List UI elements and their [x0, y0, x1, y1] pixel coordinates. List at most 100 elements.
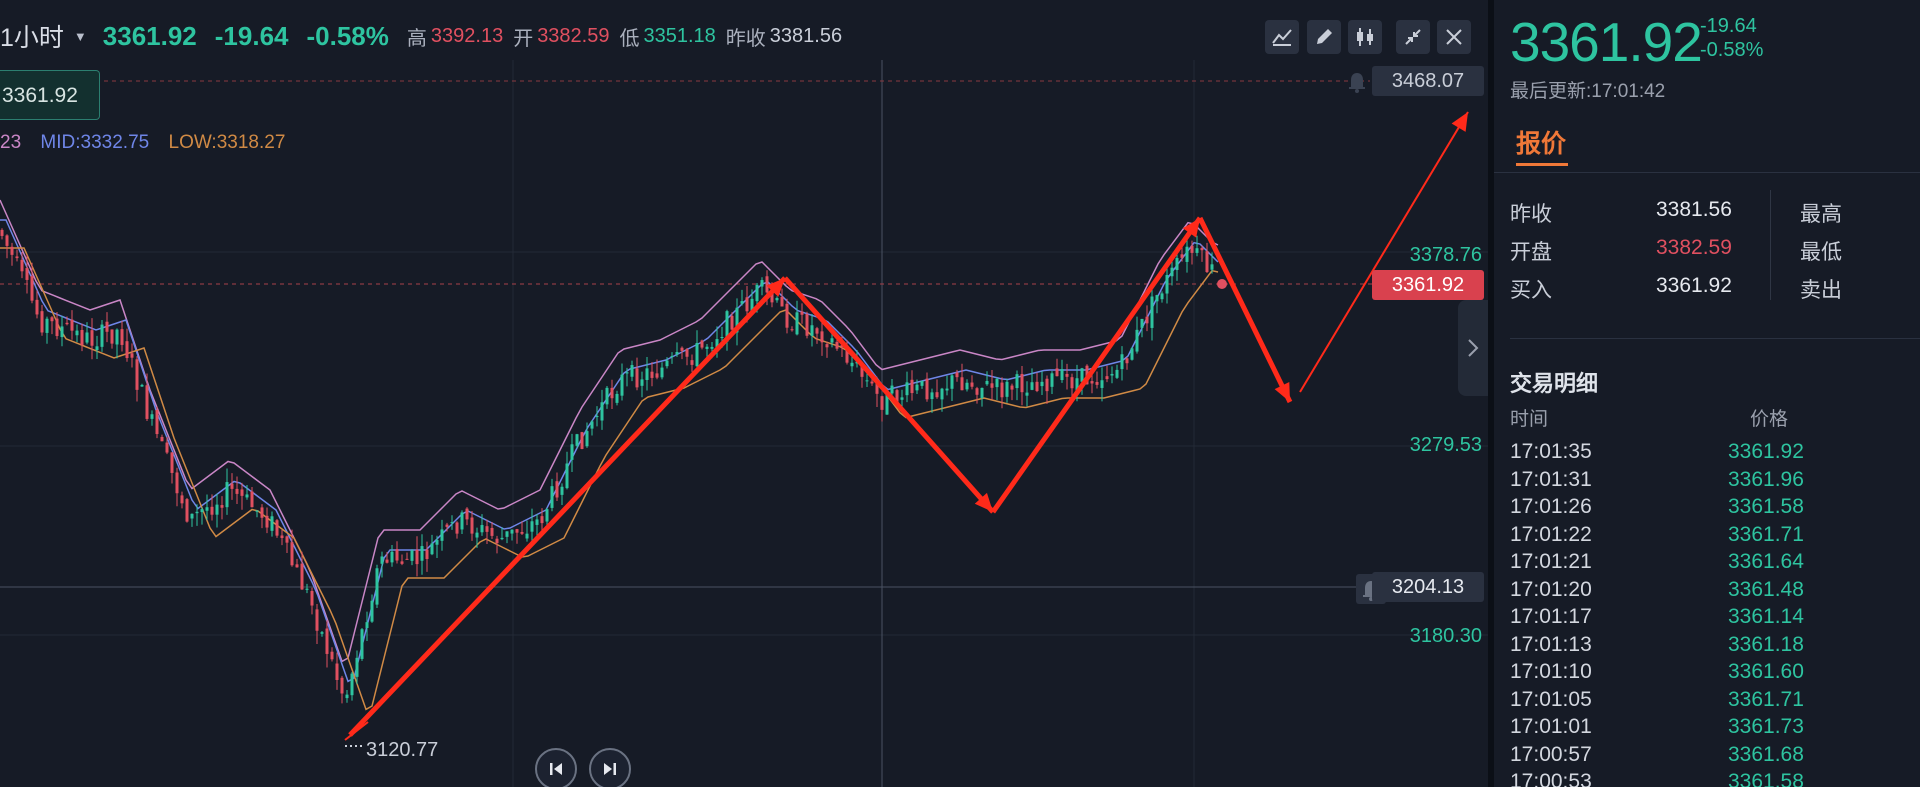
candle-body	[1195, 248, 1199, 253]
trade-price: 3361.58	[1728, 495, 1804, 518]
pencil-icon	[1317, 29, 1332, 44]
price-chart[interactable]	[0, 0, 1488, 787]
alert-price-low[interactable]: 3204.13	[1372, 572, 1484, 602]
candle-body	[925, 378, 929, 400]
candle-body	[730, 315, 734, 330]
expand-side-panel[interactable]	[1458, 300, 1488, 396]
candle-body	[450, 522, 454, 524]
candle-body	[415, 549, 419, 565]
alert-price-high[interactable]: 3468.07	[1372, 66, 1484, 96]
candle-body	[605, 387, 609, 405]
collapse-icon	[1405, 29, 1421, 45]
trade-time: 17:01:20	[1510, 577, 1592, 601]
arrow-up-2	[990, 216, 1203, 514]
candles-icon	[1357, 28, 1373, 46]
candle-body	[695, 343, 699, 367]
trade-price: 3361.71	[1728, 522, 1804, 546]
candle-body	[820, 331, 824, 343]
bell-icon[interactable]	[1342, 66, 1372, 96]
candle-body	[95, 346, 99, 351]
indicator-low: LOW:3318.27	[168, 132, 286, 153]
trade-row: 17:01:35 3361.92	[1510, 440, 1920, 468]
candle-body	[1095, 381, 1099, 385]
candle-body	[495, 538, 499, 544]
candle-body	[170, 452, 174, 473]
timeframe-selector[interactable]: 1小时	[0, 18, 64, 54]
candle-body	[300, 563, 304, 590]
candle-body	[265, 515, 269, 528]
candle-body	[45, 318, 49, 333]
trade-row: 17:01:10 3361.60	[1510, 660, 1920, 688]
quote-change: -19.64 -0.58%	[1700, 14, 1763, 62]
chart-panel[interactable]: 1小时 ▼ 3361.92 -19.64 -0.58% 高 3392.13 开 …	[0, 0, 1488, 787]
trade-row: 17:00:53 3361.58	[1510, 770, 1920, 787]
candle-body	[295, 564, 299, 568]
trade-row: 17:01:22 3361.71	[1510, 523, 1920, 551]
candle-body	[155, 409, 159, 435]
last-price: 3361.92	[102, 20, 197, 51]
candle-body	[850, 362, 854, 367]
candle-body	[340, 677, 344, 694]
candle-body	[1105, 376, 1109, 380]
tab-quote[interactable]: 报价	[1516, 124, 1566, 160]
candle-body	[780, 296, 784, 307]
axis-tick-3: 3180.30	[1409, 625, 1482, 647]
candle-body	[145, 385, 149, 419]
candle-body	[250, 491, 254, 508]
trade-time: 17:01:05	[1510, 687, 1592, 711]
candle-body	[475, 532, 479, 538]
candle-body	[440, 529, 444, 541]
collapse-button[interactable]	[1396, 20, 1430, 54]
candle-body	[1165, 274, 1169, 294]
trade-row: 17:01:13 3361.18	[1510, 633, 1920, 661]
candle-body	[620, 374, 624, 396]
quote-label-ask: 卖出	[1800, 279, 1842, 302]
candle-body	[230, 483, 234, 489]
candle-body	[865, 380, 869, 382]
trade-time: 17:01:22	[1510, 522, 1592, 546]
candle-body	[1065, 373, 1069, 377]
candle-body	[280, 535, 284, 539]
trade-row: 17:01:26 3361.58	[1510, 495, 1920, 523]
candle-body	[805, 314, 809, 336]
close-icon	[1446, 29, 1462, 45]
indicator-mid: MID:3332.75	[40, 132, 150, 153]
candle-body	[920, 380, 924, 386]
candle-body	[110, 329, 114, 344]
prev-close-label: 昨收	[725, 27, 766, 50]
low-marker-label: 3120.77	[366, 739, 439, 761]
candle-body	[390, 551, 394, 563]
pencil-button[interactable]	[1307, 20, 1341, 54]
candle-body	[335, 663, 339, 681]
arrow-up-1	[348, 276, 787, 737]
trade-row: 17:01:01 3361.73	[1510, 715, 1920, 743]
candle-body	[1140, 318, 1144, 328]
candle-style-button[interactable]	[1348, 20, 1382, 54]
prev-button[interactable]	[535, 748, 577, 787]
next-button[interactable]	[589, 748, 631, 787]
candle-body	[255, 510, 259, 512]
candle-body	[1180, 254, 1184, 258]
candle-body	[1210, 264, 1214, 270]
candle-body	[915, 384, 919, 391]
candle-body	[130, 353, 134, 358]
chevron-down-icon[interactable]: ▼	[74, 29, 87, 44]
candle-body	[445, 524, 449, 527]
candle-body	[430, 543, 434, 555]
candle-body	[645, 368, 649, 381]
candle-body	[360, 629, 364, 659]
candle-body	[1030, 382, 1034, 390]
chevron-right-icon	[1468, 339, 1479, 357]
draw-line-button[interactable]	[1265, 20, 1299, 54]
candle-body	[1070, 377, 1074, 389]
candle-body	[90, 330, 94, 346]
candle-body	[505, 531, 509, 537]
candle-body	[190, 513, 194, 519]
close-button[interactable]	[1437, 20, 1471, 54]
current-price-box: 3361.92	[1372, 270, 1484, 300]
candle-body	[120, 329, 124, 345]
candle-body	[790, 329, 794, 331]
candle-body	[270, 516, 274, 531]
candle-body	[640, 379, 644, 386]
quote-value-open: 3382.59	[1656, 236, 1732, 259]
